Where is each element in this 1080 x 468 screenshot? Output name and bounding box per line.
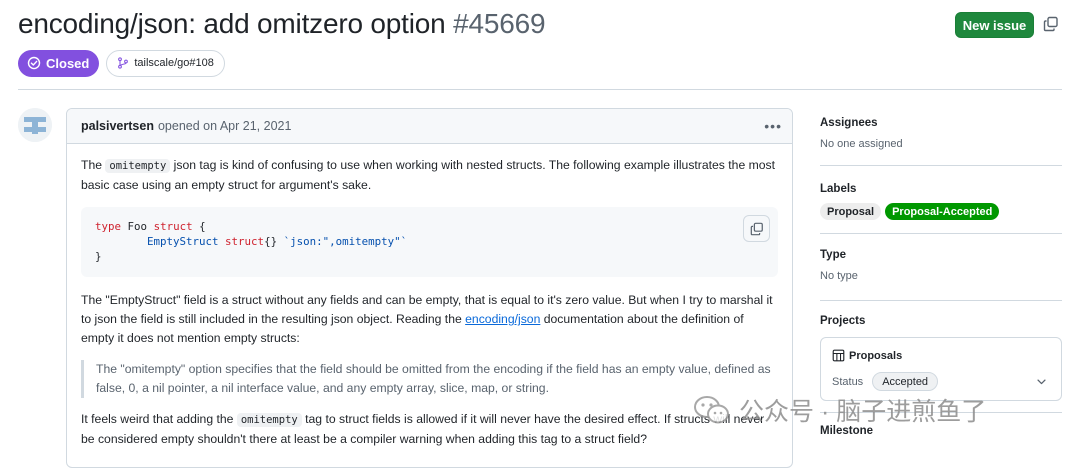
closed-status-label: Closed (46, 55, 90, 71)
labels-list: Proposal Proposal-Accepted (820, 195, 1062, 220)
wechat-icon (694, 396, 729, 424)
copy-icon (750, 222, 763, 235)
linked-reference-badge[interactable]: tailscale/go#108 (106, 49, 225, 77)
assignees-section: Assignees No one assigned (820, 108, 1062, 166)
label-proposal[interactable]: Proposal (820, 203, 882, 220)
code-block: type Foo struct { EmptyStruct struct{} `… (81, 207, 778, 277)
issue-number: #45669 (453, 8, 546, 39)
comment-timestamp[interactable]: opened on Apr 21, 2021 (158, 119, 291, 133)
closed-status-badge: Closed (18, 49, 100, 77)
issue-sidebar: Assignees No one assigned Labels Proposa… (820, 108, 1062, 437)
comment-paragraph-3: It feels weird that adding the omitempty… (81, 412, 765, 446)
chevron-down-icon[interactable] (1036, 376, 1047, 387)
labels-heading[interactable]: Labels (820, 166, 1062, 195)
table-icon (832, 349, 845, 362)
project-status-label: Status (832, 375, 864, 388)
type-section: Type No type (820, 234, 1062, 301)
type-value: No type (820, 270, 858, 282)
comment-author-link[interactable]: palsivertsen (81, 119, 154, 133)
issue-header: encoding/json: add omitzero option #4566… (18, 8, 1080, 48)
encoding-json-link[interactable]: encoding/json (465, 312, 540, 326)
issue-title-text: encoding/json: add omitzero option (18, 8, 446, 39)
kebab-menu-icon[interactable]: ••• (764, 118, 782, 134)
check-circle-icon (27, 56, 41, 70)
blockquote: The "omitempty" option specifies that th… (81, 360, 778, 398)
inline-code: omitempty (236, 413, 302, 427)
comment-body: The omitempty json tag is kind of confus… (67, 144, 792, 449)
linked-reference-text: tailscale/go#108 (134, 57, 214, 69)
issue-title: encoding/json: add omitzero option #4566… (18, 8, 1080, 40)
labels-section: Labels Proposal Proposal-Accepted (820, 166, 1062, 234)
issue-state-row: Closed tailscale/go#108 (18, 49, 225, 77)
comment-paragraph-2: The "EmptyStruct" field is a struct with… (81, 293, 773, 345)
assignees-value: No one assigned (820, 138, 903, 150)
git-branch-icon (118, 57, 129, 69)
inline-code: omitempty (105, 159, 171, 173)
watermark-text: 公众号 · 脑子进煎鱼了 (739, 398, 987, 426)
project-status-row: Status Accepted (832, 372, 939, 391)
comment-header: palsivertsen opened on Apr 21, 2021 ••• (67, 109, 792, 144)
header-divider (18, 89, 1062, 90)
comment-paragraph-1: The omitempty json tag is kind of confus… (81, 158, 776, 192)
type-heading[interactable]: Type (820, 234, 1062, 261)
identicon-image (18, 108, 52, 142)
copy-code-button[interactable] (743, 215, 770, 242)
assignees-heading[interactable]: Assignees (820, 108, 1062, 129)
project-name: Proposals (849, 349, 903, 362)
projects-heading[interactable]: Projects (820, 301, 1062, 327)
project-status-value[interactable]: Accepted (872, 372, 939, 391)
avatar[interactable] (18, 108, 52, 142)
label-proposal-accepted[interactable]: Proposal-Accepted (885, 203, 1000, 220)
code-line-1: Foo (127, 220, 148, 233)
new-issue-button[interactable]: New issue (955, 12, 1034, 38)
project-title-row[interactable]: Proposals (832, 349, 902, 362)
watermark: 公众号 · 脑子进煎鱼了 (693, 392, 986, 428)
issue-comment: palsivertsen opened on Apr 21, 2021 ••• … (66, 108, 793, 468)
copy-link-icon[interactable] (1043, 16, 1059, 32)
